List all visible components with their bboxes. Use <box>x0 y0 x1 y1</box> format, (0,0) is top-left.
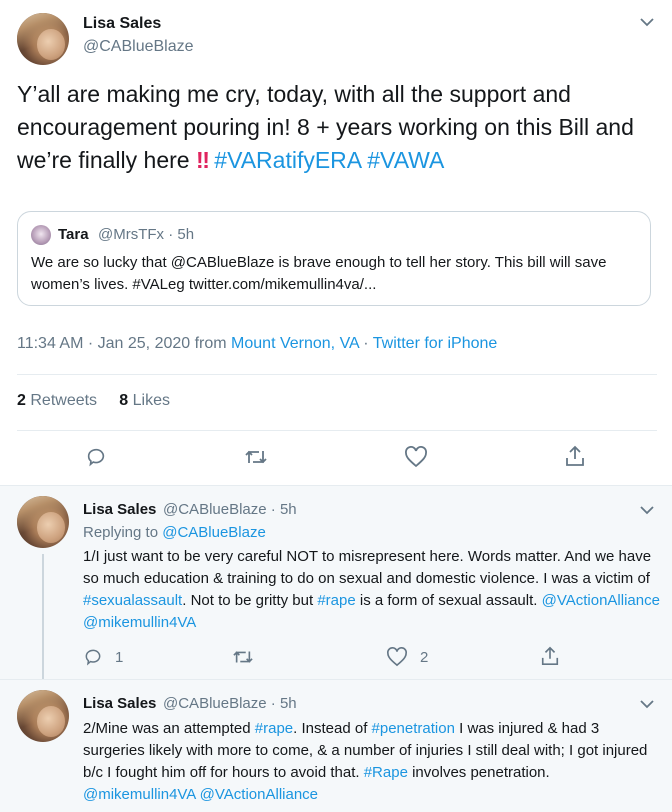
retweet-button[interactable] <box>232 647 254 667</box>
like-count: 2 <box>420 648 429 666</box>
quoted-author-name: Tara <box>58 226 89 243</box>
reply-text-body: 1/I just want to be very careful NOT to … <box>83 548 652 587</box>
mention-link[interactable]: @mikemullin4VA <box>83 786 196 803</box>
replying-to: Replying to @CABlueBlaze <box>83 524 266 541</box>
hashtag-link[interactable]: #VAWA <box>367 147 444 173</box>
author-handle[interactable]: @CABlueBlaze <box>83 38 194 56</box>
quoted-author-handle: @MrsTFx · 5h <box>98 226 195 243</box>
client-link[interactable]: Twitter for iPhone <box>373 335 498 352</box>
chevron-down-icon[interactable] <box>640 502 654 518</box>
reply-button[interactable] <box>85 446 107 468</box>
hashtag-link[interactable]: #penetration <box>372 720 455 737</box>
reply-icon <box>87 448 105 467</box>
hashtag-link[interactable]: #VARatifyERA <box>214 147 361 173</box>
hashtag-link[interactable]: #sexualassault <box>83 592 182 609</box>
share-button[interactable] <box>540 646 560 666</box>
reply-icon <box>85 649 101 666</box>
retweets-stat[interactable]: 2 Retweets <box>17 392 97 409</box>
likes-count: 8 <box>119 392 129 409</box>
share-button[interactable] <box>564 445 586 467</box>
author-handle[interactable]: @CABlueBlaze · 5h <box>163 695 297 712</box>
main-tweet: Lisa Sales @CABlueBlaze Y’all are making… <box>0 0 672 485</box>
avatar[interactable] <box>17 690 69 742</box>
hashtag-link[interactable]: #Rape <box>364 764 408 781</box>
share-icon <box>541 646 559 665</box>
avatar-face-shape <box>36 705 66 737</box>
mention-link[interactable]: @CABlueBlaze <box>162 524 266 541</box>
quoted-text: We are so lucky that @CABlueBlaze is bra… <box>31 254 607 293</box>
retweets-count: 2 <box>17 392 26 409</box>
share-icon <box>566 445 584 466</box>
like-button[interactable] <box>404 446 428 468</box>
heart-icon <box>405 446 427 468</box>
quoted-avatar[interactable] <box>31 225 51 245</box>
engagement-stats: 2 Retweets 8 Likes <box>17 392 170 410</box>
replying-prefix: Replying to <box>83 524 163 541</box>
thread-line <box>42 554 44 680</box>
reply-text-body: 2/Mine was an attempted <box>83 720 255 737</box>
avatar-face-shape <box>36 511 66 543</box>
tweet-text: Y’all are making me cry, today, with all… <box>17 78 657 177</box>
retweets-label: Retweets <box>30 392 98 409</box>
meta-separator: · <box>358 335 373 352</box>
mention-link[interactable]: @VActionAlliance <box>542 592 660 609</box>
retweet-button[interactable] <box>244 446 268 468</box>
reply-text: 2/Mine was an attempted #rape. Instead o… <box>83 718 663 806</box>
author-name[interactable]: Lisa Sales <box>83 501 156 518</box>
chevron-down-icon[interactable] <box>640 696 654 712</box>
mention-link[interactable]: @VActionAlliance <box>200 786 318 803</box>
retweet-icon <box>245 450 267 464</box>
heart-icon <box>387 647 407 667</box>
reply-text-body: . Not to be gritty but <box>182 592 318 609</box>
likes-stat[interactable]: 8 Likes <box>119 392 170 409</box>
quoted-tweet[interactable]: Tara @MrsTFx · 5h We are so lucky that @… <box>17 211 651 306</box>
like-button[interactable]: 2 <box>386 647 428 667</box>
avatar-face-shape <box>36 28 66 60</box>
reply-text: 1/I just want to be very careful NOT to … <box>83 546 663 634</box>
reply-count: 1 <box>115 648 124 666</box>
avatar[interactable] <box>17 13 69 65</box>
divider <box>17 374 657 375</box>
location-link[interactable]: Mount Vernon, VA <box>231 335 359 352</box>
likes-label: Likes <box>132 392 171 409</box>
author-name[interactable]: Lisa Sales <box>83 15 161 33</box>
divider <box>17 430 657 431</box>
reply-tweet[interactable]: Lisa Sales @CABlueBlaze · 5h Replying to… <box>0 485 672 680</box>
reply-tweet[interactable]: Lisa Sales @CABlueBlaze · 5h 2/Mine was … <box>0 679 672 812</box>
reply-text-body: involves penetration. <box>407 764 550 781</box>
timestamp[interactable]: 11:34 AM · Jan 25, 2020 from <box>17 335 231 352</box>
mention-link[interactable]: @mikemullin4VA <box>83 614 196 631</box>
reply-text-body: is a form of sexual assault. <box>355 592 542 609</box>
reply-button[interactable]: 1 <box>83 647 123 667</box>
tweet-meta: 11:34 AM · Jan 25, 2020 from Mount Verno… <box>17 335 497 353</box>
chevron-down-icon[interactable] <box>640 14 654 30</box>
retweet-icon <box>233 651 253 663</box>
author-handle[interactable]: @CABlueBlaze · 5h <box>163 501 297 518</box>
hashtag-link[interactable]: #rape <box>255 720 293 737</box>
double-exclamation-emoji: ‼ <box>195 147 210 173</box>
author-name[interactable]: Lisa Sales <box>83 695 156 712</box>
reply-text-body: . Instead of <box>293 720 372 737</box>
avatar[interactable] <box>17 496 69 548</box>
hashtag-link[interactable]: #rape <box>317 592 355 609</box>
